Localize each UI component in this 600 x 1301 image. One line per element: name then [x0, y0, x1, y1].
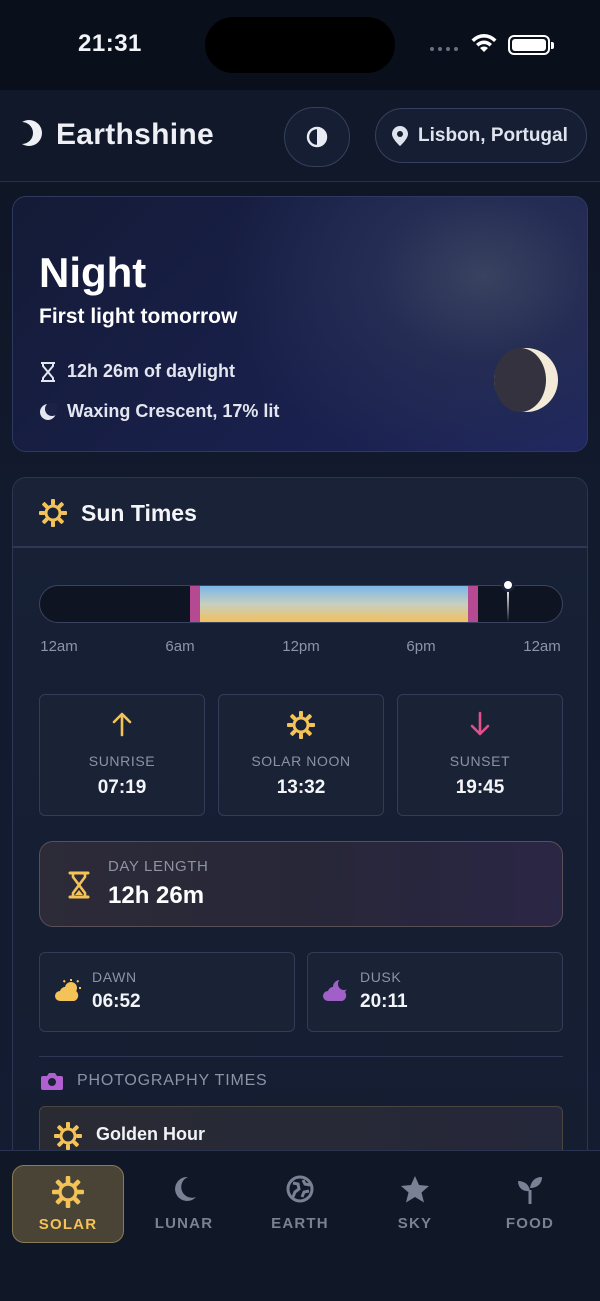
solar-noon-label: SOLAR NOON [251, 753, 351, 769]
arrow-down-icon [470, 711, 490, 736]
sun-behind-cloud-icon [55, 979, 81, 1001]
sky-state-subtitle: First light tomorrow [39, 305, 238, 328]
moon-phase-graphic [494, 348, 558, 412]
day-length-label: DAY LENGTH [108, 858, 209, 875]
sunrise-tile: SUNRISE 07:19 [39, 694, 205, 816]
star-icon [401, 1176, 429, 1203]
tab-label: SKY [397, 1215, 433, 1232]
sun-icon [39, 499, 67, 527]
app-header: Earthshine Lisbon, Portugal [0, 90, 600, 182]
crescent-moon-icon [40, 402, 57, 420]
battery-icon [508, 35, 554, 55]
logo-moon-icon [14, 120, 42, 146]
camera-icon [41, 1073, 63, 1090]
location-button[interactable]: Lisbon, Portugal [375, 108, 587, 163]
hourglass-icon [41, 361, 55, 382]
daylight-summary: 12h 26m of daylight [39, 361, 235, 382]
current-time-line [507, 588, 509, 622]
sunrise-value: 07:19 [97, 777, 147, 798]
solar-noon-value: 13:32 [276, 777, 326, 798]
tab-label: SOLAR [38, 1216, 98, 1233]
photography-heading-text: PHOTOGRAPHY TIMES [77, 1072, 268, 1089]
sprout-icon [518, 1177, 542, 1204]
location-pin-icon [392, 125, 408, 146]
day-timeline [39, 585, 563, 623]
sunset-value: 19:45 [455, 777, 505, 798]
daylight-band [190, 586, 478, 622]
location-label: Lisbon, Portugal [418, 124, 568, 146]
timeline-label: 12am [523, 638, 561, 655]
wifi-icon [471, 34, 497, 52]
sun-icon [287, 711, 315, 739]
sun-times-card: Sun Times 12am 6am 12pm 6pm 12am SUNRISE… [12, 477, 588, 1177]
section-divider [39, 1056, 563, 1057]
tab-label: FOOD [505, 1215, 555, 1232]
sun-icon [54, 1122, 82, 1150]
dynamic-island [205, 17, 395, 73]
status-time: 21:31 [78, 30, 142, 57]
theme-toggle-button[interactable] [284, 107, 350, 167]
dusk-tile: DUSK 20:11 [307, 952, 563, 1032]
timeline-label: 12pm [282, 638, 320, 655]
tab-solar[interactable]: SOLAR [12, 1165, 124, 1243]
dusk-value: 20:11 [360, 991, 408, 1012]
cellular-signal-icon [430, 47, 458, 51]
dawn-label: DAWN [92, 969, 137, 985]
current-time-indicator [501, 578, 515, 592]
dawn-marker [190, 586, 200, 622]
sun-icon [52, 1176, 84, 1208]
sky-state-card: Night First light tomorrow 12h 26m of da… [12, 196, 588, 452]
moon-icon [175, 1176, 196, 1201]
dusk-label: DUSK [360, 969, 402, 985]
photography-heading: PHOTOGRAPHY TIMES [41, 1072, 268, 1090]
sun-times-header: Sun Times [13, 478, 587, 548]
status-bar: 21:31 [0, 0, 600, 90]
sun-times-title: Sun Times [81, 500, 197, 526]
sunset-tile: SUNSET 19:45 [397, 694, 563, 816]
golden-hour-title: Golden Hour [96, 1124, 205, 1144]
app-title: Earthshine [56, 118, 215, 151]
moon-phase-summary: Waxing Crescent, 17% lit [39, 401, 279, 422]
timeline-label: 6am [165, 638, 195, 655]
tab-label: LUNAR [154, 1215, 214, 1232]
dawn-value: 06:52 [92, 991, 141, 1012]
tab-lunar[interactable]: LUNAR [128, 1165, 240, 1243]
timeline-label: 12am [40, 638, 78, 655]
sky-state-title: Night [39, 249, 147, 296]
hourglass-icon [68, 871, 90, 899]
day-length-value: 12h 26m [108, 882, 205, 909]
tab-food[interactable]: FOOD [474, 1165, 586, 1243]
bottom-tab-bar: SOLAR LUNAR EARTH SKY FOOD [0, 1150, 600, 1301]
dawn-tile: DAWN 06:52 [39, 952, 295, 1032]
solar-noon-tile: SOLAR NOON 13:32 [218, 694, 384, 816]
daylight-text: 12h 26m of daylight [67, 361, 236, 381]
tab-sky[interactable]: SKY [359, 1165, 471, 1243]
arrow-up-icon [112, 712, 132, 737]
sunset-label: SUNSET [449, 753, 511, 769]
contrast-icon [306, 126, 328, 148]
moon-phase-text: Waxing Crescent, 17% lit [67, 401, 280, 421]
sunrise-label: SUNRISE [88, 753, 156, 769]
timeline-label: 6pm [406, 638, 436, 655]
moon-behind-cloud-icon [323, 979, 350, 1001]
dusk-marker [468, 586, 478, 622]
tab-earth[interactable]: EARTH [244, 1165, 356, 1243]
tab-label: EARTH [271, 1215, 329, 1232]
globe-icon [286, 1175, 314, 1203]
day-length-card: DAY LENGTH 12h 26m [39, 841, 563, 927]
